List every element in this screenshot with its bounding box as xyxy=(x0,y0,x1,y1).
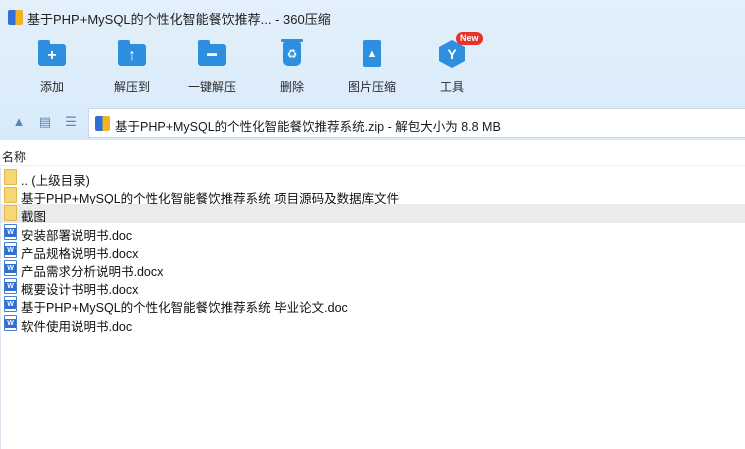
delete-button[interactable]: ♻ 删除 xyxy=(252,38,332,98)
details-view-icon[interactable]: ▤ xyxy=(37,114,53,130)
column-header-name[interactable]: 名称 xyxy=(0,142,745,166)
path-text: 基于PHP+MySQL的个性化智能餐饮推荐系统.zip - 解包大小为 8.8 … xyxy=(115,120,501,134)
path-field[interactable]: 基于PHP+MySQL的个性化智能餐饮推荐系统.zip - 解包大小为 8.8 … xyxy=(88,108,745,138)
window-title: 基于PHP+MySQL的个性化智能餐饮推荐... - 360压缩 xyxy=(27,12,331,27)
archive-icon xyxy=(95,116,110,131)
list-item[interactable]: 安装部署说明书.doc xyxy=(1,223,745,243)
up-arrow-icon[interactable]: ▲ xyxy=(11,114,27,130)
tools-icon: Y New xyxy=(436,32,483,70)
extract-to-icon: ↑ xyxy=(116,38,148,70)
word-doc-icon xyxy=(4,278,17,295)
new-badge: New xyxy=(456,32,483,45)
tools-button[interactable]: Y New 工具 xyxy=(412,32,492,98)
delete-label: 删除 xyxy=(279,80,304,94)
address-bar: ▲ ▤ ☰ 基于PHP+MySQL的个性化智能餐饮推荐系统.zip - 解包大小… xyxy=(0,106,745,138)
word-doc-icon xyxy=(4,314,17,331)
extract-to-button[interactable]: ↑ 解压到 xyxy=(92,38,172,98)
one-click-extract-label: 一键解压 xyxy=(187,80,236,94)
file-name: 软件使用说明书.doc xyxy=(21,319,133,334)
add-button[interactable]: + 添加 xyxy=(12,38,92,98)
folder-icon xyxy=(4,205,17,222)
word-doc-icon xyxy=(4,296,17,313)
list-item-parent[interactable]: .. (上级目录) xyxy=(1,168,745,188)
word-doc-icon xyxy=(4,259,17,276)
add-label: 添加 xyxy=(39,80,64,94)
one-click-extract-button[interactable]: ━ 一键解压 xyxy=(172,38,252,98)
word-doc-icon xyxy=(4,223,17,240)
folder-icon xyxy=(4,187,17,204)
list-item[interactable]: 产品规格说明书.docx xyxy=(1,241,745,261)
one-click-extract-icon: ━ xyxy=(196,38,228,70)
column-name-label: 名称 xyxy=(2,150,27,164)
app-logo-icon xyxy=(8,10,23,25)
add-folder-icon: + xyxy=(36,38,68,70)
list-view-icon[interactable]: ☰ xyxy=(63,114,79,130)
top-area: 基于PHP+MySQL的个性化智能餐饮推荐... - 360压缩 + 添加 ↑ … xyxy=(0,0,745,140)
list-item-selected[interactable]: 截图 xyxy=(1,204,745,224)
delete-bin-icon: ♻ xyxy=(276,38,308,70)
image-compress-icon: ▲ xyxy=(356,38,388,70)
list-item[interactable]: 软件使用说明书.doc xyxy=(1,314,745,334)
list-item[interactable]: 概要设计书明书.docx xyxy=(1,277,745,297)
list-item[interactable]: 产品需求分析说明书.docx xyxy=(1,259,745,279)
title-bar: 基于PHP+MySQL的个性化智能餐饮推荐... - 360压缩 xyxy=(0,0,745,34)
toolbar: + 添加 ↑ 解压到 ━ 一键解压 ♻ 删除 ▲ 图片压缩 Y New 工具 xyxy=(0,32,745,98)
image-compress-button[interactable]: ▲ 图片压缩 xyxy=(332,38,412,98)
folder-icon xyxy=(4,169,17,185)
list-item[interactable]: 基于PHP+MySQL的个性化智能餐饮推荐系统 毕业论文.doc xyxy=(1,295,745,315)
image-compress-label: 图片压缩 xyxy=(347,80,396,94)
tools-label: 工具 xyxy=(439,80,464,94)
extract-to-label: 解压到 xyxy=(113,80,150,94)
word-doc-icon xyxy=(4,241,17,258)
file-list: .. (上级目录) 基于PHP+MySQL的个性化智能餐饮推荐系统 项目源码及数… xyxy=(0,168,745,449)
list-item[interactable]: 基于PHP+MySQL的个性化智能餐饮推荐系统 项目源码及数据库文件 xyxy=(1,186,745,206)
